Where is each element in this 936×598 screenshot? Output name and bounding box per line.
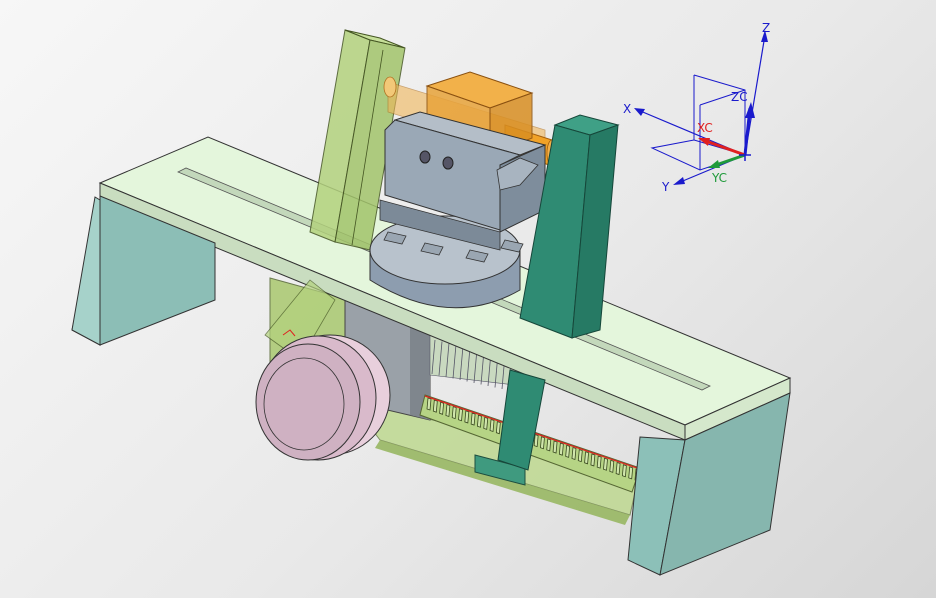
model-graphics[interactable]: Z X Y ZC XC YC (0, 0, 936, 598)
rack-tooth (565, 444, 571, 458)
rack-tooth (476, 414, 482, 428)
axis-y-label: Y (661, 180, 670, 194)
rack-tooth (451, 406, 457, 420)
rack-tooth (489, 418, 495, 433)
rack-tooth (470, 412, 476, 426)
rack-tooth (603, 457, 608, 471)
chuck-hole-right (442, 156, 454, 170)
rack-tooth (464, 410, 470, 424)
rack-tooth (609, 459, 615, 473)
axis-xc-label: XC (697, 121, 713, 135)
rack-tooth (590, 453, 596, 467)
rack-tooth (483, 416, 489, 430)
rack-tooth (445, 403, 451, 417)
rack-tooth (439, 401, 445, 415)
rack-tooth (546, 438, 552, 452)
cad-viewport[interactable]: Z X Y ZC XC YC (0, 0, 936, 598)
rack-tooth (628, 466, 634, 480)
rack-tooth (458, 408, 463, 422)
rack-tooth (584, 451, 590, 465)
rack-tooth (596, 455, 602, 469)
rack-tooth (577, 449, 583, 463)
coordinate-triad: Z X Y ZC XC YC (623, 21, 770, 194)
rack-tooth (495, 421, 501, 435)
axis-yc-label: YC (711, 171, 727, 185)
rack-tooth (615, 462, 621, 476)
axis-z-label: Z (762, 21, 770, 35)
axis-x-label: X (623, 102, 631, 116)
axis-zc-label: ZC (731, 90, 748, 104)
rack-tooth (571, 446, 577, 461)
rack-tooth (558, 442, 564, 456)
rack-tooth (621, 464, 627, 478)
rack-tooth (432, 399, 438, 413)
chuck-hole-left (419, 150, 431, 164)
rack-tooth (540, 436, 545, 450)
rack-tooth (552, 440, 558, 454)
rack-tooth (426, 397, 432, 411)
